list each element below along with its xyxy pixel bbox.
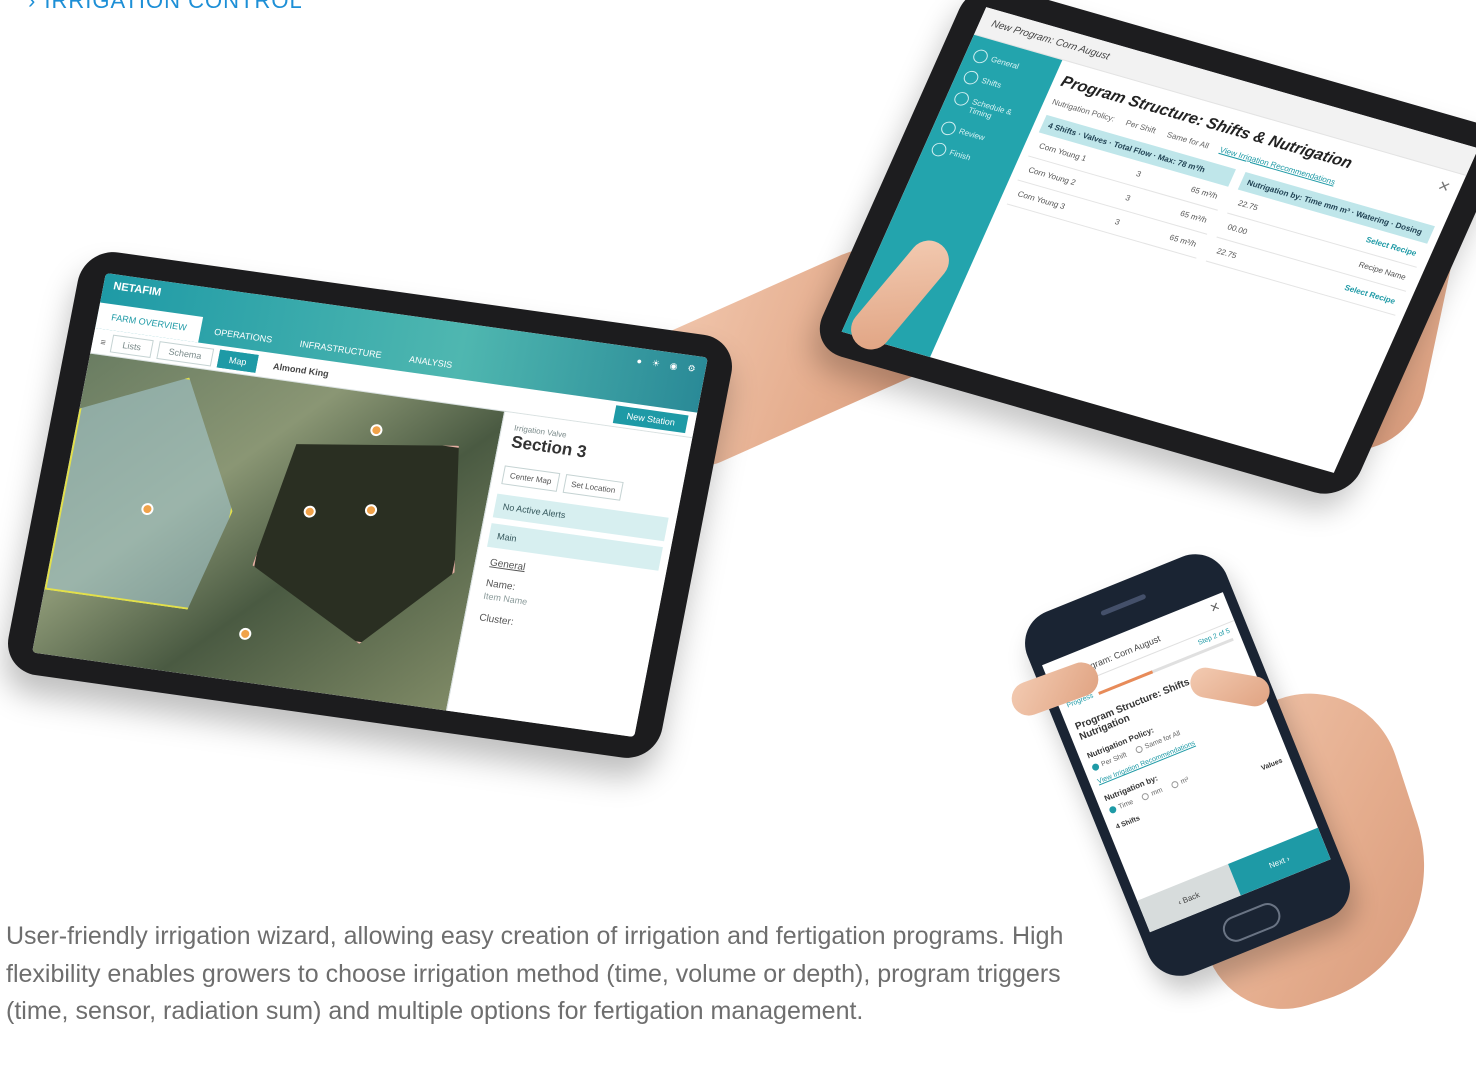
shifts-column: 4 Shifts · Valves · Total Flow · Max: 78… [1006,114,1236,259]
settings-icon[interactable]: ⚙ [686,363,697,375]
field-polygon[interactable] [240,421,478,655]
chevron-right-icon: › [28,0,37,13]
close-icon[interactable]: ✕ [1208,599,1223,616]
valve-pin[interactable] [238,627,253,641]
menu-icon[interactable]: ≡ [100,337,107,348]
header-tools: ● ☀ ◉ ⚙ [636,356,697,375]
farm-name: Almond King [272,360,330,379]
view-schema-tab[interactable]: Schema [156,340,215,366]
alerts-icon[interactable]: ● [636,356,643,368]
netafim-logo: NETAFIM [112,280,163,299]
policy-same-radio[interactable]: Same for All [1165,130,1210,150]
feature-description: User-friendly irrigation wizard, allowin… [6,922,1064,1025]
policy-per-shift-radio[interactable]: Per Shift [1124,118,1157,135]
nutrigation-column: Nutrigation by: Time mm m³ · Watering · … [1205,171,1435,316]
weather-icon: ☀ [650,357,661,369]
satellite-map[interactable] [32,353,507,711]
set-location-button[interactable]: Set Location [562,473,624,501]
view-map-tab[interactable]: Map [216,349,260,373]
user-icon[interactable]: ◉ [669,360,679,372]
tablet-program-wizard: New Program: Corn August General Shifts … [808,0,1476,502]
center-map-button[interactable]: Center Map [501,465,561,492]
valve-pin[interactable] [369,423,384,437]
section-title: › IRRIGATION CONTROL [28,0,303,14]
view-lists-tab[interactable]: Lists [110,334,154,358]
section-title-text: IRRIGATION CONTROL [44,0,303,13]
tablet-farm-map: NETAFIM ● ☀ ◉ ⚙ FARM OVERVIEW OPERATIONS… [2,247,738,763]
